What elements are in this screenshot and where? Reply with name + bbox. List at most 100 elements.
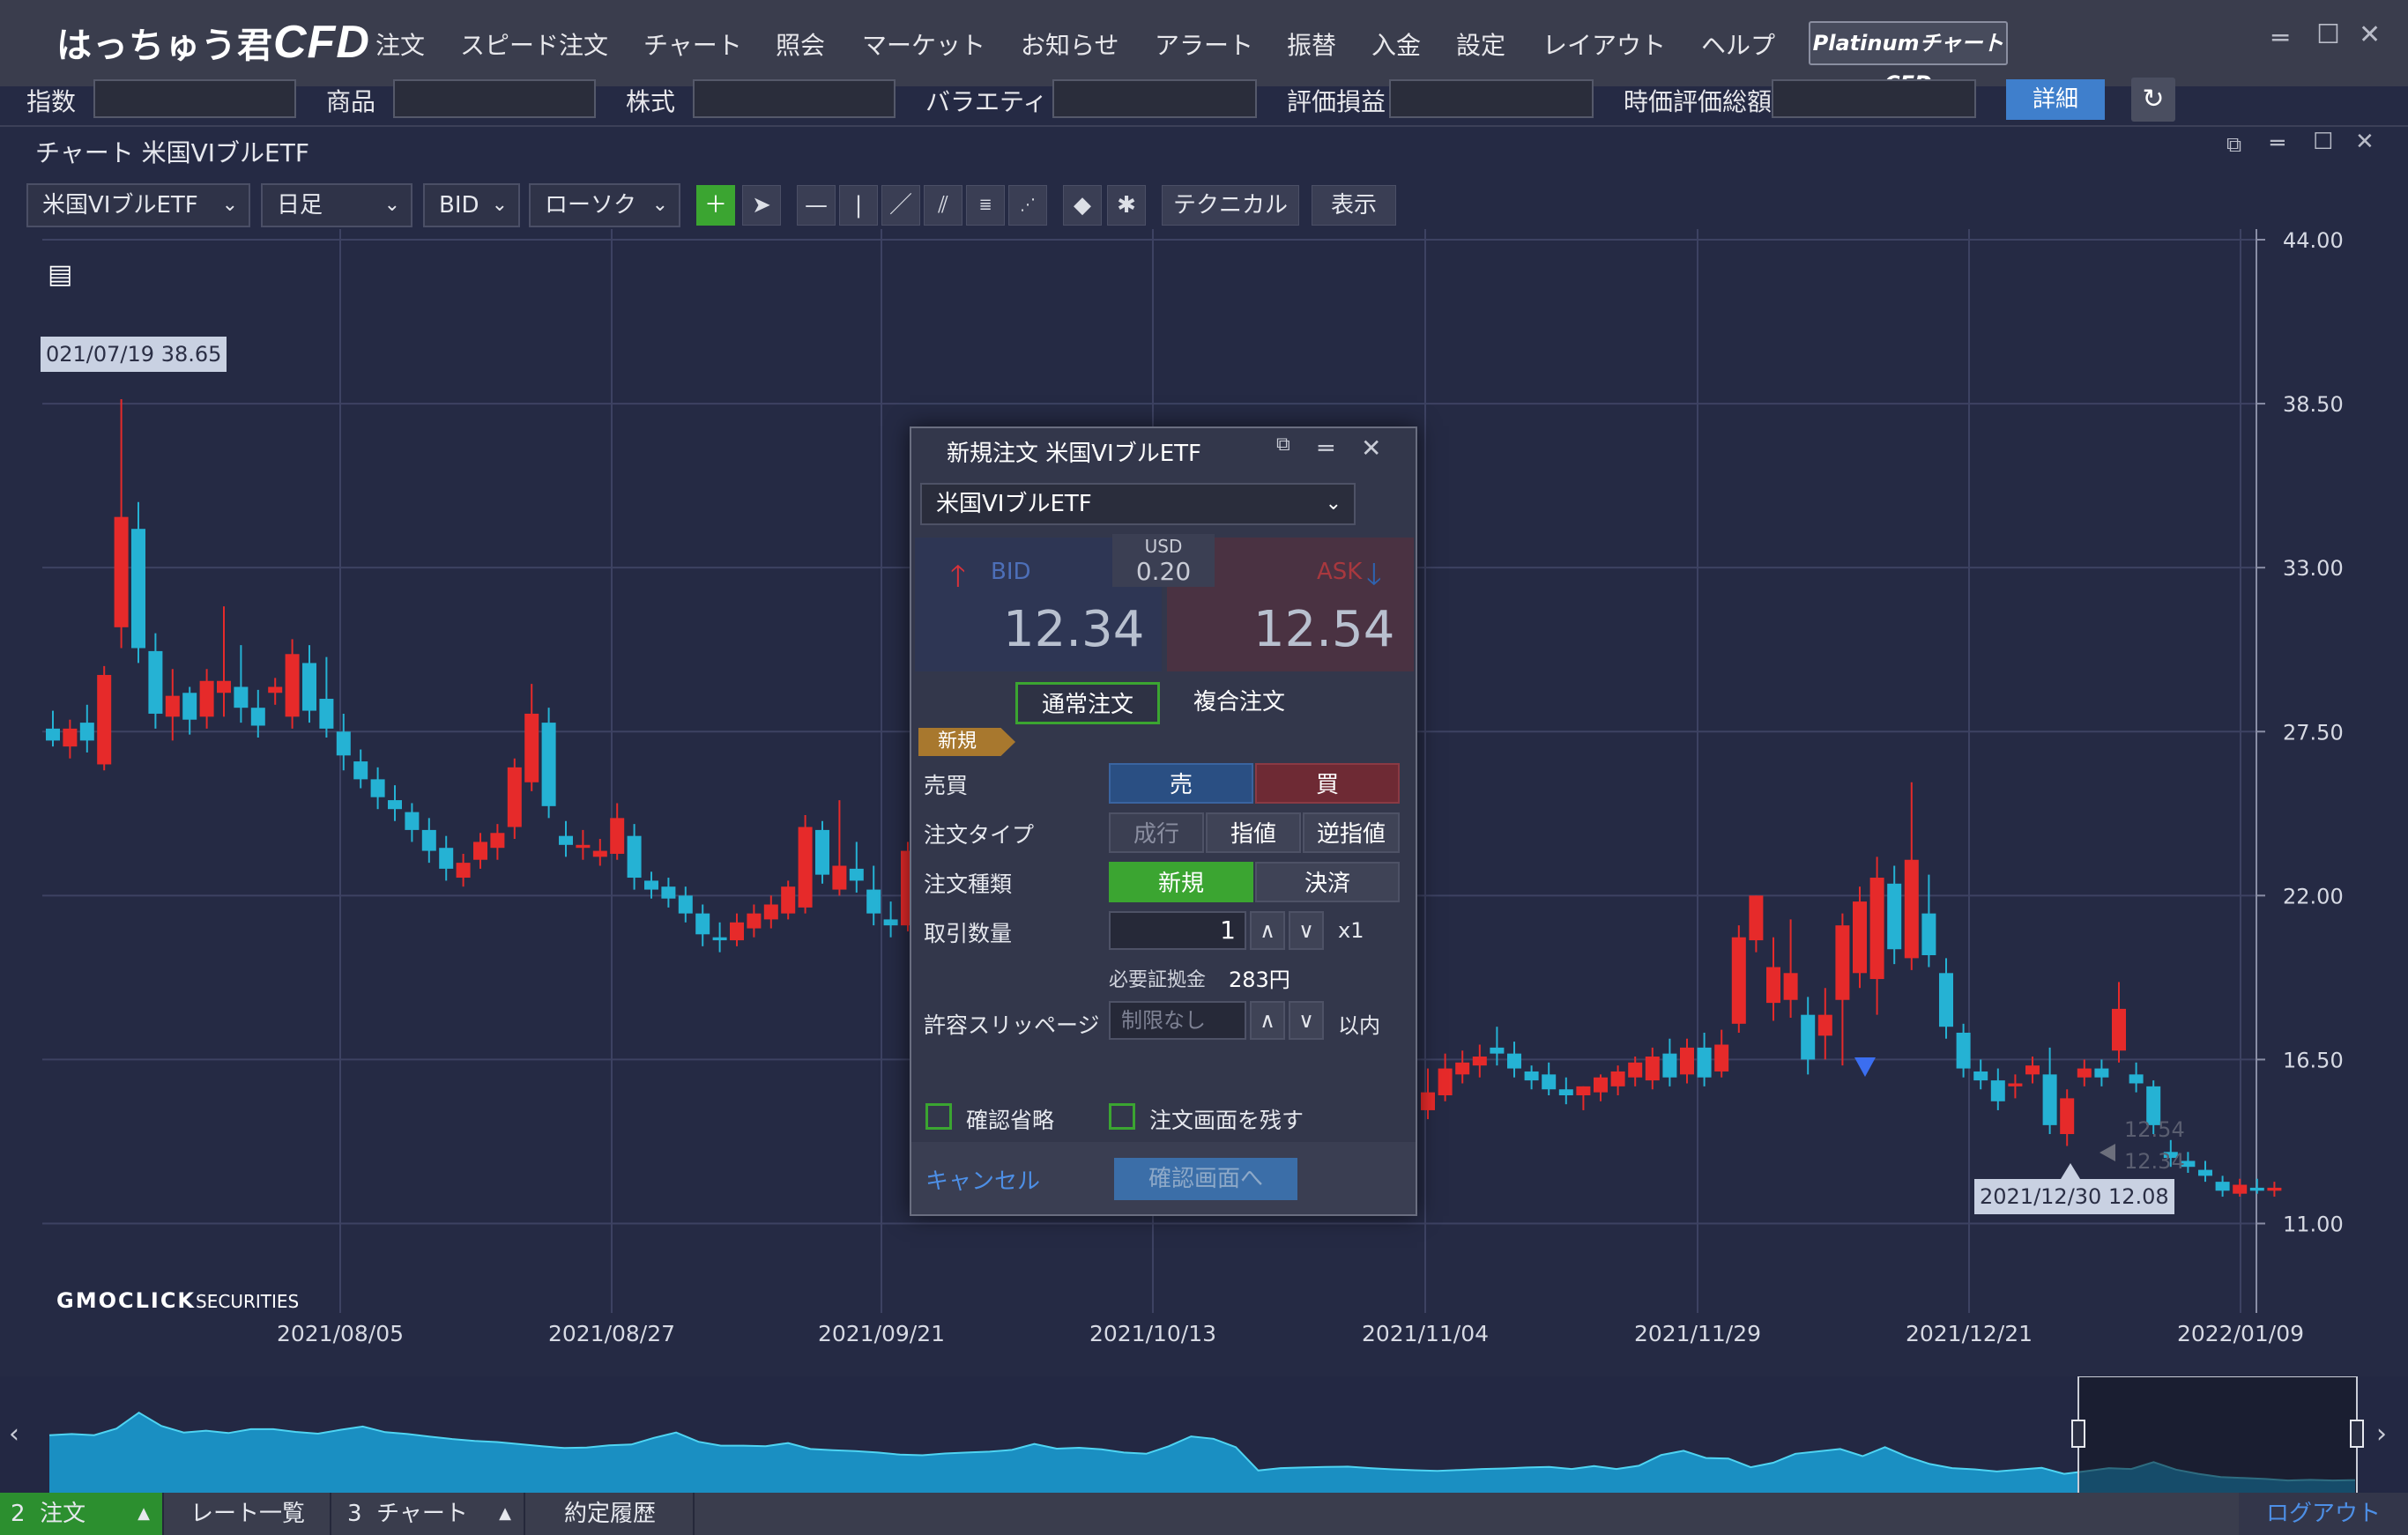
quantity-up-icon[interactable]: ∧ bbox=[1250, 911, 1285, 950]
tab-rates[interactable]: レート一覧 bbox=[166, 1493, 331, 1535]
crosshair-icon[interactable]: ＋ bbox=[696, 185, 735, 226]
confirm-button[interactable]: 確認画面へ bbox=[1114, 1158, 1297, 1200]
dialog-minimize-icon[interactable]: ═ bbox=[1319, 434, 1334, 463]
dialog-popout-icon[interactable]: ⧉ bbox=[1276, 434, 1290, 456]
popout-icon[interactable]: ⧉ bbox=[2226, 132, 2241, 157]
menu-item-4[interactable]: マーケット bbox=[862, 26, 985, 62]
candle-body bbox=[2042, 1074, 2057, 1125]
quantity-unit: x1 bbox=[1338, 918, 1364, 943]
slippage-input[interactable]: 制限なし bbox=[1109, 1001, 1246, 1040]
tab-normal-order[interactable]: 通常注文 bbox=[1015, 682, 1160, 724]
chart-style-select-value: ローソク bbox=[545, 192, 637, 219]
menu-item-2[interactable]: チャート bbox=[643, 26, 742, 62]
menu-item-8[interactable]: 入金 bbox=[1371, 26, 1421, 62]
ask-down-arrow-icon: 🡓 bbox=[1366, 557, 1382, 592]
kind-new-button[interactable]: 新規 bbox=[1109, 862, 1253, 902]
vertical-line-icon[interactable]: | bbox=[839, 185, 878, 226]
logout-link[interactable]: ログアウト bbox=[2239, 1493, 2408, 1535]
limit-order-button[interactable]: 指値 bbox=[1206, 812, 1301, 853]
status-label-commodity: 商品 bbox=[326, 87, 376, 116]
maximize-icon[interactable]: ☐ bbox=[2316, 19, 2340, 50]
quantity-label: 取引数量 bbox=[924, 921, 1013, 946]
kind-close-button[interactable]: 決済 bbox=[1255, 862, 1400, 902]
menu-item-11[interactable]: ヘルプ bbox=[1701, 26, 1775, 62]
candle-body bbox=[2249, 1187, 2264, 1191]
tab-order[interactable]: 2 注文 ▲ bbox=[0, 1493, 164, 1535]
candle-body bbox=[815, 829, 829, 875]
candle-body bbox=[2198, 1169, 2212, 1176]
candle-body bbox=[2077, 1068, 2092, 1078]
candle-body bbox=[1749, 895, 1764, 941]
candle-body bbox=[1956, 1032, 1971, 1069]
candle-body bbox=[268, 686, 283, 693]
menu-item-7[interactable]: 振替 bbox=[1287, 26, 1336, 62]
menu-item-3[interactable]: 照会 bbox=[776, 26, 825, 62]
chart-navigator[interactable] bbox=[0, 1376, 2408, 1495]
menu-item-5[interactable]: お知らせ bbox=[1021, 26, 1119, 62]
scroll-left-icon[interactable]: ‹ bbox=[9, 1419, 19, 1450]
quantity-input[interactable]: 1 bbox=[1109, 911, 1246, 950]
period-select[interactable]: 日足 ⌄ bbox=[261, 183, 412, 227]
bottom-tab-bar: 2 注文 ▲ レート一覧 3 チャート ▲ 約定履歴 ログアウト bbox=[0, 1493, 2408, 1535]
menu-item-9[interactable]: 設定 bbox=[1456, 26, 1505, 62]
menu-item-1[interactable]: スピード注文 bbox=[460, 26, 608, 62]
horizontal-line-icon[interactable]: — bbox=[797, 185, 836, 226]
menu-item-0[interactable]: 注文 bbox=[375, 26, 425, 62]
navigator-area[interactable] bbox=[0, 1376, 2408, 1495]
y-tick-label: 27.50 bbox=[2283, 720, 2344, 745]
menu-item-6[interactable]: アラート bbox=[1155, 26, 1253, 62]
price-type-select[interactable]: BID ⌄ bbox=[423, 183, 520, 227]
ask-price: 12.54 bbox=[1253, 601, 1395, 658]
navigator-window[interactable] bbox=[2077, 1376, 2358, 1495]
navigator-handle[interactable] bbox=[2350, 1420, 2364, 1448]
display-button[interactable]: 表示 bbox=[1312, 185, 1396, 226]
keep-screen-checkbox[interactable] bbox=[1109, 1103, 1135, 1130]
channel-line-icon[interactable]: ⫽ bbox=[924, 185, 962, 226]
symbol-select[interactable]: 米国VIブルETF ⌄ bbox=[26, 183, 250, 227]
detail-button[interactable]: 詳細 bbox=[2006, 79, 2105, 120]
cancel-link[interactable]: キャンセル bbox=[925, 1163, 1040, 1196]
refresh-icon[interactable]: ↻ bbox=[2131, 78, 2175, 122]
close-icon[interactable]: ✕ bbox=[2359, 19, 2381, 50]
chart-panel-title: チャート 米国VIブルETF bbox=[35, 138, 309, 167]
tab-chart[interactable]: 3 チャート ▲ bbox=[333, 1493, 525, 1535]
minimize-icon[interactable]: ═ bbox=[2272, 23, 2288, 54]
scroll-right-icon[interactable]: › bbox=[2376, 1419, 2387, 1450]
platinum-chart-button[interactable]: PlatinumチャートCFD bbox=[1809, 21, 2008, 96]
menu-item-10[interactable]: レイアウト bbox=[1542, 26, 1666, 62]
candle-body bbox=[97, 674, 112, 765]
sell-button[interactable]: 売 bbox=[1109, 763, 1253, 804]
stop-order-button[interactable]: 逆指値 bbox=[1303, 812, 1400, 853]
buy-button[interactable]: 買 bbox=[1255, 763, 1400, 804]
trend-line-icon[interactable]: ／ bbox=[881, 185, 920, 226]
technical-button[interactable]: テクニカル bbox=[1162, 185, 1299, 226]
chart-style-select[interactable]: ローソク ⌄ bbox=[529, 183, 680, 227]
panel-close-icon[interactable]: ✕ bbox=[2355, 129, 2375, 155]
panel-minimize-icon[interactable]: ═ bbox=[2271, 130, 2285, 157]
candle-body bbox=[1455, 1062, 1470, 1075]
slippage-up-icon[interactable]: ∧ bbox=[1250, 1001, 1285, 1040]
navigator-handle[interactable] bbox=[2071, 1420, 2085, 1448]
pointer-icon[interactable]: ➤ bbox=[742, 185, 781, 226]
slippage-down-icon[interactable]: ∨ bbox=[1289, 1001, 1324, 1040]
y-tick-label: 33.00 bbox=[2283, 556, 2344, 581]
fibonacci-retracement-icon[interactable]: ≣ bbox=[966, 185, 1005, 226]
candle-body bbox=[2060, 1098, 2075, 1134]
clear-all-icon[interactable]: ✱ bbox=[1107, 185, 1146, 226]
candle-body bbox=[883, 919, 898, 926]
dialog-symbol-select[interactable]: 米国VIブルETF ⌄ bbox=[920, 483, 1356, 525]
dialog-close-icon[interactable]: ✕ bbox=[1361, 434, 1381, 463]
eraser-icon[interactable]: ◆ bbox=[1063, 185, 1102, 226]
fibonacci-fan-icon[interactable]: ⋰ bbox=[1008, 185, 1047, 226]
panel-maximize-icon[interactable]: ☐ bbox=[2313, 129, 2333, 155]
margin-label: 必要証拠金 bbox=[1109, 969, 1207, 991]
comment-icon[interactable]: ▤ bbox=[48, 259, 81, 290]
market-order-button[interactable]: 成行 bbox=[1109, 812, 1204, 853]
skip-confirm-checkbox[interactable] bbox=[925, 1103, 952, 1130]
quantity-down-icon[interactable]: ∨ bbox=[1289, 911, 1324, 950]
candle-body bbox=[370, 779, 385, 797]
tab-history[interactable]: 約定履歴 bbox=[527, 1493, 695, 1535]
bid-up-arrow-icon: 🡑 bbox=[950, 559, 966, 594]
keep-screen-label: 注文画面を残す bbox=[1149, 1108, 1304, 1133]
tab-complex-order[interactable]: 複合注文 bbox=[1167, 682, 1312, 724]
